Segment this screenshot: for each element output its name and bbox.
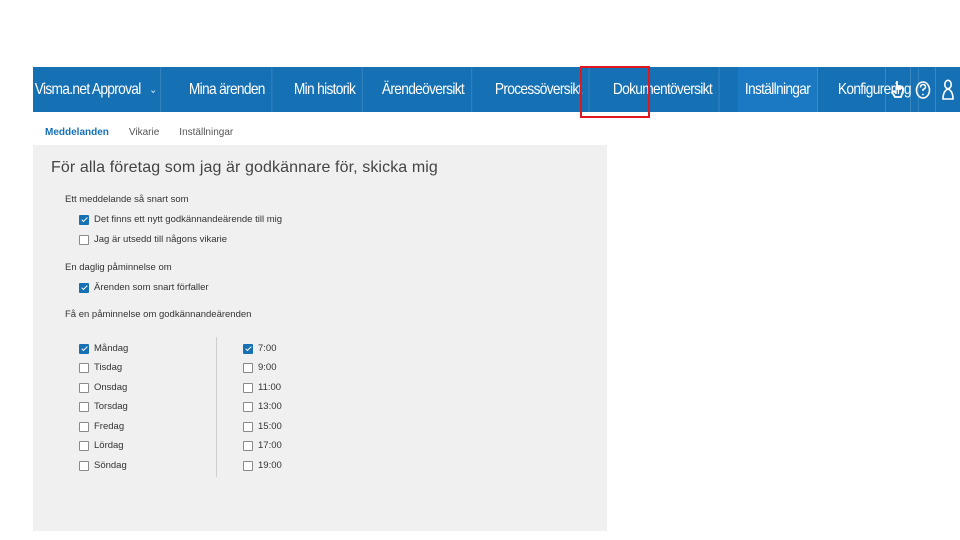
checkbox[interactable] [79, 234, 89, 245]
checkbox-time-1100[interactable]: 11:00 [243, 382, 281, 393]
nav-item-processoversikt[interactable]: Processöversikt [488, 67, 590, 112]
checkbox-day-torsdag[interactable]: Torsdag [79, 401, 128, 412]
checkbox-label: 7:00 [258, 343, 277, 354]
checkbox-time-1900[interactable]: 19:00 [243, 460, 282, 471]
checkbox-label: Söndag [94, 460, 127, 471]
column-divider [216, 337, 217, 477]
section-label: Få en påminnelse om godkännandeärenden [65, 309, 252, 320]
checkbox-time-0900[interactable]: 9:00 [243, 362, 277, 373]
checkbox-day-fredag[interactable]: Fredag [79, 421, 124, 432]
checkbox-label: 11:00 [258, 382, 282, 393]
help-icon[interactable] [910, 67, 935, 112]
checkbox-day-mandag[interactable]: Måndag [79, 343, 128, 354]
checkbox-day-sondag[interactable]: Söndag [79, 460, 127, 471]
checkbox-time-1300[interactable]: 13:00 [243, 401, 282, 412]
chevron-down-icon: ⌄ [149, 84, 157, 96]
checkbox[interactable] [243, 440, 253, 451]
checkbox-time-1700[interactable]: 17:00 [243, 440, 282, 451]
tab-installningar[interactable]: Inställningar [179, 127, 233, 138]
hand-pointer-icon[interactable] [885, 67, 910, 112]
checkbox[interactable] [243, 421, 253, 432]
checkbox-day-tisdag[interactable]: Tisdag [79, 362, 122, 373]
checkbox-label: Lördag [94, 440, 124, 451]
user-icon[interactable] [935, 67, 960, 112]
checkbox-appointed-substitute[interactable]: Jag är utsedd till någons vikarie [79, 234, 227, 245]
checkbox-label: Torsdag [94, 401, 128, 412]
section-label: Ett meddelande så snart som [65, 194, 189, 205]
checkbox[interactable] [243, 401, 253, 412]
checkbox[interactable] [243, 460, 253, 471]
checkbox-day-onsdag[interactable]: Onsdag [79, 382, 127, 393]
checkbox-label: Ärenden som snart förfaller [94, 282, 209, 293]
checkbox-label: Tisdag [94, 362, 123, 373]
checkbox[interactable] [79, 382, 89, 393]
checkbox[interactable] [243, 343, 253, 354]
page-title: För alla företag som jag är godkännare f… [51, 159, 438, 176]
top-navigation-bar: Visma.net Approval ⌄ Mina ärenden Min hi… [33, 67, 960, 112]
checkbox-time-1500[interactable]: 15:00 [243, 421, 282, 432]
checkbox[interactable] [79, 282, 89, 293]
checkbox-label: 9:00 [258, 362, 277, 373]
checkbox-label: Måndag [94, 343, 129, 354]
checkbox-expiring-cases[interactable]: Ärenden som snart förfaller [79, 282, 209, 293]
checkbox-label: 15:00 [258, 421, 282, 432]
checkbox-label: 17:00 [258, 440, 282, 451]
section-label: En daglig påminnelse om [65, 262, 172, 273]
checkbox-label: 13:00 [258, 401, 282, 412]
checkbox-new-approval-case[interactable]: Det finns ett nytt godkännandeärende til… [79, 214, 282, 225]
notification-settings-panel: För alla företag som jag är godkännare f… [33, 145, 607, 531]
checkbox[interactable] [79, 401, 89, 412]
checkbox-label: Det finns ett nytt godkännandeärende til… [94, 214, 283, 225]
nav-icon-group [885, 67, 960, 112]
sub-tabs: Meddelanden Vikarie Inställningar [45, 127, 253, 138]
app-name: Visma.net Approval [34, 80, 142, 98]
checkbox-label: Jag är utsedd till någons vikarie [94, 234, 228, 245]
checkbox-time-0700[interactable]: 7:00 [243, 343, 277, 354]
checkbox-label: Onsdag [94, 382, 128, 393]
nav-item-mina-arenden[interactable]: Mina ärenden [182, 67, 273, 112]
nav-item-dokumentoversikt[interactable]: Dokumentöversikt [606, 67, 720, 112]
nav-item-arendeoversikt[interactable]: Ärendeöversikt [375, 67, 472, 112]
tab-meddelanden[interactable]: Meddelanden [45, 127, 109, 138]
checkbox[interactable] [243, 382, 253, 393]
checkbox[interactable] [79, 343, 89, 354]
nav-item-min-historik[interactable]: Min historik [287, 67, 363, 112]
checkbox[interactable] [79, 362, 89, 373]
checkbox-label: Fredag [94, 421, 125, 432]
checkbox[interactable] [79, 460, 89, 471]
tab-vikarie[interactable]: Vikarie [129, 127, 159, 138]
checkbox[interactable] [79, 421, 89, 432]
checkbox[interactable] [79, 214, 89, 225]
checkbox-day-lordag[interactable]: Lördag [79, 440, 124, 451]
checkbox-label: 19:00 [258, 460, 282, 471]
checkbox[interactable] [79, 440, 89, 451]
checkbox[interactable] [243, 362, 253, 373]
nav-item-installningar[interactable]: Inställningar [737, 67, 818, 112]
app-switcher[interactable]: Visma.net Approval ⌄ [33, 67, 161, 112]
